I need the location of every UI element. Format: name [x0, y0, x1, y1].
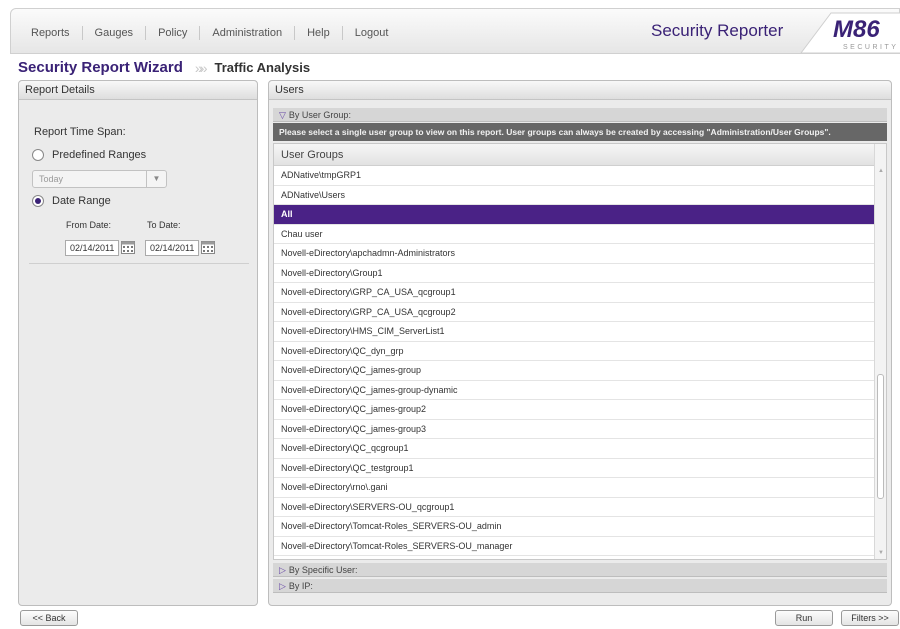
logo-sub: SECURITY: [843, 44, 898, 51]
users-header: Users: [269, 81, 891, 100]
from-date-label: From Date:: [66, 220, 112, 230]
menu-logout[interactable]: Logout: [343, 26, 401, 40]
user-group-row[interactable]: Novell-eDirectory\QC_testgroup1: [274, 459, 875, 478]
by-ip-section[interactable]: ▷ By IP:: [273, 579, 887, 593]
user-group-row[interactable]: Novell-eDirectory\Group1: [274, 264, 875, 283]
top-bar: Reports Gauges Policy Administration Hel…: [10, 8, 900, 54]
user-group-row[interactable]: Novell-eDirectory\HMS_CIM_ServerList1: [274, 322, 875, 342]
user-group-row[interactable]: Chau user: [274, 225, 875, 244]
user-group-row[interactable]: ADNative\tmpGRP1: [274, 166, 875, 186]
user-group-row[interactable]: Novell-eDirectory\QC_james-group: [274, 361, 875, 381]
user-groups-scrollbar[interactable]: ▲ ▼: [874, 144, 886, 559]
user-group-info-banner: Please select a single user group to vie…: [273, 123, 887, 141]
menu-policy[interactable]: Policy: [146, 26, 201, 40]
date-range-option[interactable]: Date Range: [32, 195, 111, 207]
user-group-row[interactable]: Novell-eDirectory\QC_qcgroup1: [274, 439, 875, 459]
user-group-row[interactable]: Novell-eDirectory\QC_james-group2: [274, 400, 875, 420]
user-groups-column-header[interactable]: User Groups: [274, 144, 875, 166]
report-details-header: Report Details: [19, 81, 257, 100]
breadcrumb-step: Traffic Analysis: [214, 60, 311, 75]
to-date-label: To Date:: [147, 220, 181, 230]
predefined-range-value: Today: [39, 174, 64, 184]
by-ip-label: By IP:: [288, 581, 313, 591]
user-groups-list: User Groups ADNative\tmpGRP1 ADNative\Use…: [273, 143, 887, 560]
time-span-label: Report Time Span:: [34, 126, 126, 138]
to-date-input[interactable]: 02/14/2011: [145, 240, 199, 256]
user-group-row[interactable]: Novell-eDirectory\QC_james-group-dynamic: [274, 381, 875, 400]
user-group-row[interactable]: Novell-eDirectory\QC_dyn_grp: [274, 342, 875, 361]
user-group-row[interactable]: Novell-eDirectory\QC_james-group3: [274, 420, 875, 439]
predefined-ranges-radio[interactable]: [32, 149, 44, 161]
divider: [29, 263, 249, 264]
scroll-thumb[interactable]: [877, 374, 884, 499]
logo-brand: M86: [833, 16, 880, 43]
user-group-row[interactable]: Novell-eDirectory\rno\.gani: [274, 478, 875, 498]
report-details-panel: Report Details Report Time Span: Predefi…: [18, 80, 258, 606]
user-group-row[interactable]: ADNative\Users: [274, 186, 875, 205]
by-user-group-section[interactable]: ▽ By User Group:: [273, 108, 887, 122]
run-button[interactable]: Run: [775, 610, 833, 626]
main-menu: Reports Gauges Policy Administration Hel…: [25, 26, 400, 40]
predefined-range-select[interactable]: Today ▼: [32, 170, 167, 188]
m86-security-logo: M86 SECURITY: [800, 12, 900, 54]
date-range-radio[interactable]: [32, 195, 44, 207]
users-panel: Users ▽ By User Group: Please select a si…: [268, 80, 892, 606]
back-button[interactable]: << Back: [20, 610, 78, 626]
predefined-ranges-option[interactable]: Predefined Ranges: [32, 149, 146, 161]
scroll-up-icon[interactable]: ▲: [878, 168, 884, 174]
menu-reports[interactable]: Reports: [25, 26, 83, 40]
date-range-label: Date Range: [52, 195, 111, 207]
triangle-down-icon: ▽: [279, 110, 286, 120]
breadcrumb: Security Report Wizard »» Traffic Analys…: [18, 59, 310, 76]
breadcrumb-separator-icon: »»: [194, 59, 207, 76]
filters-button[interactable]: Filters >>: [841, 610, 899, 626]
user-group-row[interactable]: Novell-eDirectory\Tomcat-Roles_SERVERS-O…: [274, 537, 875, 556]
menu-administration[interactable]: Administration: [200, 26, 296, 40]
scroll-down-icon[interactable]: ▼: [878, 550, 884, 556]
app-title: Security Reporter: [651, 21, 784, 40]
menu-gauges[interactable]: Gauges: [83, 26, 147, 40]
triangle-right-icon: ▷: [279, 581, 286, 591]
to-calendar-icon[interactable]: [201, 241, 215, 254]
user-group-row[interactable]: Novell-eDirectory\apchadmn-Administrator…: [274, 244, 875, 264]
triangle-right-icon: ▷: [279, 565, 286, 575]
by-specific-user-section[interactable]: ▷ By Specific User:: [273, 563, 887, 577]
user-group-row[interactable]: All: [274, 205, 875, 225]
by-specific-user-label: By Specific User:: [288, 565, 358, 575]
from-calendar-icon[interactable]: [121, 241, 135, 254]
menu-help[interactable]: Help: [295, 26, 343, 40]
from-date-input[interactable]: 02/14/2011: [65, 240, 119, 256]
user-group-row[interactable]: Novell-eDirectory\SERVERS-OU_qcgroup1: [274, 498, 875, 517]
user-group-row[interactable]: Novell-eDirectory\GRP_CA_USA_qcgroup2: [274, 303, 875, 322]
by-user-group-label: By User Group:: [288, 110, 351, 120]
user-groups-rows: ADNative\tmpGRP1 ADNative\Users All Chau us…: [274, 166, 886, 556]
predefined-ranges-label: Predefined Ranges: [52, 149, 147, 161]
user-group-row[interactable]: Novell-eDirectory\GRP_CA_USA_qcgroup1: [274, 283, 875, 303]
chevron-down-icon[interactable]: ▼: [146, 171, 166, 187]
user-group-row[interactable]: Novell-eDirectory\Tomcat-Roles_SERVERS-O…: [274, 517, 875, 537]
breadcrumb-wizard: Security Report Wizard: [18, 59, 183, 76]
